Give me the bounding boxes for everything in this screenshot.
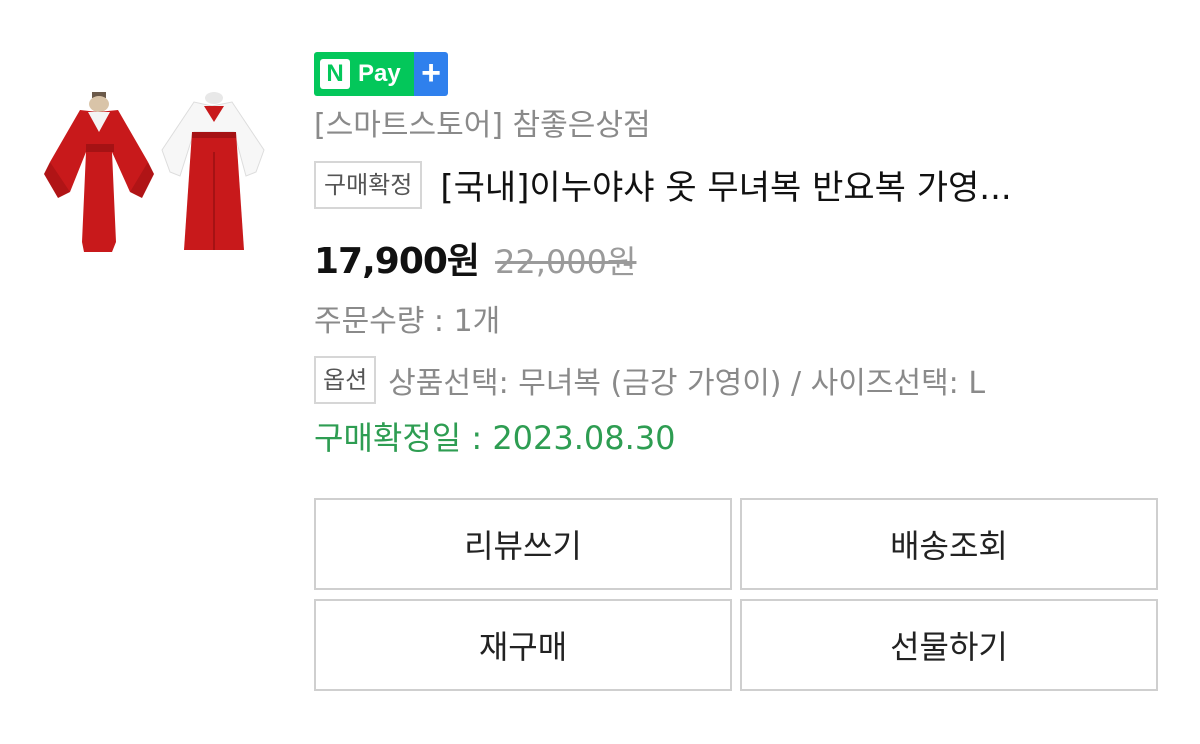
npay-logo: N Pay xyxy=(314,52,414,96)
sale-price: 17,900원 xyxy=(314,241,480,282)
option-text: 상품선택: 무녀복 (금강 가영이) / 사이즈선택: L xyxy=(388,366,986,401)
send-gift-button[interactable]: 선물하기 xyxy=(740,599,1158,691)
rebuy-button[interactable]: 재구매 xyxy=(314,599,732,691)
track-delivery-button[interactable]: 배송조회 xyxy=(740,498,1158,590)
pay-label: Pay xyxy=(358,60,401,87)
kimono-costume-image xyxy=(44,92,265,252)
naver-n-icon: N xyxy=(320,59,350,89)
purchase-confirm-date: 구매확정일 : 2023.08.30 xyxy=(314,419,676,457)
price-row: 17,900원 22,000원 xyxy=(314,232,636,284)
write-review-button[interactable]: 리뷰쓰기 xyxy=(314,498,732,590)
original-price: 22,000원 xyxy=(495,243,637,281)
npay-plus-badge: N Pay + xyxy=(314,52,448,96)
option-tag: 옵션 xyxy=(314,356,377,404)
product-title-row: 구매확정 [국내]이누야샤 옷 무녀복 반요복 가영... xyxy=(314,160,1164,209)
plus-icon: + xyxy=(414,52,448,96)
option-row: 옵션 상품선택: 무녀복 (금강 가영이) / 사이즈선택: L xyxy=(314,356,985,404)
product-thumbnail[interactable] xyxy=(42,92,270,260)
product-title[interactable]: [국내]이누야샤 옷 무녀복 반요복 가영... xyxy=(440,160,1164,209)
purchase-confirmed-tag: 구매확정 xyxy=(314,160,423,209)
store-name[interactable]: [스마트스토어] 참좋은상점 xyxy=(314,106,651,146)
order-quantity: 주문수량 : 1개 xyxy=(314,304,501,339)
